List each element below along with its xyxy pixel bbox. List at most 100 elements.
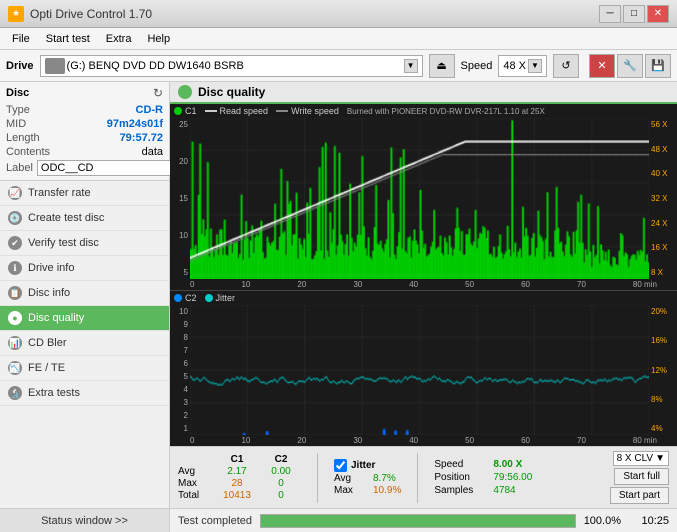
samples-row: Samples 4784 bbox=[434, 485, 532, 496]
progress-percent: 100.0% bbox=[584, 515, 621, 527]
col-c2-header: C2 bbox=[261, 454, 301, 465]
jitter-avg-row: Avg 8.7% bbox=[334, 473, 401, 484]
cd-bler-label: CD Bler bbox=[28, 337, 67, 349]
disc-refresh-button[interactable]: ↻ bbox=[153, 86, 163, 100]
speed-position-stats: Speed 8.00 X Position 79:56.00 Samples 4… bbox=[434, 459, 532, 496]
sidebar-item-cd-bler[interactable]: 📊 CD Bler bbox=[0, 331, 169, 356]
speed-selector[interactable]: 48 X ▼ bbox=[498, 55, 547, 77]
menu-start-test[interactable]: Start test bbox=[38, 31, 98, 47]
titlebar: ★ Opti Drive Control 1.70 ─ □ ✕ bbox=[0, 0, 677, 28]
col-c1-header: C1 bbox=[217, 454, 257, 465]
sidebar-item-extra-tests[interactable]: 🔬 Extra tests bbox=[0, 381, 169, 406]
action-area: 8 X CLV ▼ Start full Start part bbox=[610, 451, 669, 504]
position-row: Position 79:56.00 bbox=[434, 472, 532, 483]
jitter-avg-val: 8.7% bbox=[373, 473, 396, 484]
drive-info-label: Drive info bbox=[28, 262, 74, 274]
c2-chart-section: C2 Jitter 10987654321 bbox=[170, 291, 677, 446]
clv-selector[interactable]: 8 X CLV ▼ bbox=[613, 451, 669, 466]
toolbar-btn-3[interactable]: 💾 bbox=[645, 54, 671, 78]
statusbar: Status window >> Test completed 100.0% 1… bbox=[0, 508, 677, 532]
write-speed-legend: Write speed bbox=[276, 106, 339, 116]
menu-file[interactable]: File bbox=[4, 31, 38, 47]
fe-te-label: FE / TE bbox=[28, 362, 65, 374]
burned-info: Burned with PIONEER DVD-RW DVR-217L 1.10… bbox=[347, 107, 545, 116]
disc-panel-header: Disc ↻ bbox=[6, 86, 163, 100]
c2-legend: C2 bbox=[174, 293, 197, 303]
elapsed-time: 10:25 bbox=[629, 515, 669, 527]
create-test-disc-label: Create test disc bbox=[28, 212, 104, 224]
cd-bler-icon: 📊 bbox=[8, 336, 22, 350]
c1-y-axis-right: 56 X48 X40 X32 X24 X16 X8 X bbox=[649, 118, 677, 279]
jitter-label: Jitter bbox=[351, 460, 375, 471]
start-part-button[interactable]: Start part bbox=[610, 487, 669, 504]
sidebar-item-disc-quality[interactable]: ● Disc quality bbox=[0, 306, 169, 331]
drive-selector[interactable]: (G:) BENQ DVD DD DW1640 BSRB ▼ bbox=[40, 55, 423, 77]
c1-legend: C1 bbox=[174, 106, 197, 116]
menu-extra[interactable]: Extra bbox=[98, 31, 140, 47]
status-progress-area: Test completed 100.0% 10:25 bbox=[170, 514, 677, 528]
avg-c2: 0.00 bbox=[261, 466, 301, 477]
sidebar-item-disc-info[interactable]: 📋 Disc info bbox=[0, 281, 169, 306]
disc-info-icon: 📋 bbox=[8, 286, 22, 300]
minimize-button[interactable]: ─ bbox=[599, 5, 621, 23]
nav-items: 📈 Transfer rate 💿 Create test disc ✔ Ver… bbox=[0, 181, 169, 508]
sidebar-item-transfer-rate[interactable]: 📈 Transfer rate bbox=[0, 181, 169, 206]
sidebar-item-verify-test-disc[interactable]: ✔ Verify test disc bbox=[0, 231, 169, 256]
disc-info-panel: Disc ↻ Type CD-R MID 97m24s01f Length 79… bbox=[0, 82, 169, 181]
disc-mid-value: 97m24s01f bbox=[107, 118, 163, 130]
refresh-button[interactable]: ↺ bbox=[553, 54, 579, 78]
progress-bar-fill bbox=[261, 515, 575, 527]
c1-x-axis: 01020304050607080 min bbox=[170, 279, 677, 290]
toolbar-icons: ✕ 🔧 💾 bbox=[589, 54, 671, 78]
extra-tests-icon: 🔬 bbox=[8, 386, 22, 400]
jitter-legend: Jitter bbox=[205, 293, 236, 303]
menu-help[interactable]: Help bbox=[139, 31, 178, 47]
sidebar-item-drive-info[interactable]: ℹ Drive info bbox=[0, 256, 169, 281]
verify-test-disc-icon: ✔ bbox=[8, 236, 22, 250]
toolbar-btn-2[interactable]: 🔧 bbox=[617, 54, 643, 78]
sidebar-item-create-test-disc[interactable]: 💿 Create test disc bbox=[0, 206, 169, 231]
jitter-avg-key: Avg bbox=[334, 473, 369, 484]
jitter-max-row: Max 10.9% bbox=[334, 485, 401, 496]
disc-quality-label: Disc quality bbox=[28, 312, 84, 324]
disc-length-value: 79:57.72 bbox=[120, 132, 163, 144]
speed-dropdown-arrow[interactable]: ▼ bbox=[528, 59, 542, 73]
jitter-max-key: Max bbox=[334, 485, 369, 496]
close-button[interactable]: ✕ bbox=[647, 5, 669, 23]
sidebar: Disc ↻ Type CD-R MID 97m24s01f Length 79… bbox=[0, 82, 170, 508]
content-area: Disc quality C1 bbox=[170, 82, 677, 508]
start-full-button[interactable]: Start full bbox=[614, 468, 669, 485]
disc-label-input[interactable] bbox=[37, 160, 187, 176]
stats-avg-row: Avg 2.17 0.00 bbox=[178, 466, 301, 477]
samples-stat-label: Samples bbox=[434, 485, 489, 496]
disc-contents-label: Contents bbox=[6, 146, 50, 158]
disc-label-row: Label 🔄 bbox=[6, 160, 163, 176]
sidebar-item-fe-te[interactable]: 📉 FE / TE bbox=[0, 356, 169, 381]
drive-value: (G:) BENQ DVD DD DW1640 BSRB bbox=[67, 60, 402, 72]
create-test-disc-icon: 💿 bbox=[8, 211, 22, 225]
disc-type-value: CD-R bbox=[136, 104, 164, 116]
eject-button[interactable]: ⏏ bbox=[429, 54, 455, 78]
maximize-button[interactable]: □ bbox=[623, 5, 645, 23]
total-c2: 0 bbox=[261, 490, 301, 501]
samples-stat-value: 4784 bbox=[493, 485, 515, 496]
drive-dropdown-arrow[interactable]: ▼ bbox=[404, 59, 418, 73]
stats-total-row: Total 10413 0 bbox=[178, 490, 301, 501]
menubar: File Start test Extra Help bbox=[0, 28, 677, 50]
jitter-checkbox[interactable] bbox=[334, 459, 347, 472]
total-c1: 10413 bbox=[217, 490, 257, 501]
verify-test-disc-label: Verify test disc bbox=[28, 237, 99, 249]
disc-contents-value: data bbox=[142, 146, 163, 158]
c2-y-axis-right: 20%16%12%8%4% bbox=[649, 305, 677, 435]
max-label: Max bbox=[178, 478, 213, 489]
toolbar-btn-1[interactable]: ✕ bbox=[589, 54, 615, 78]
stats-divider-2 bbox=[417, 453, 418, 503]
disc-type-label: Type bbox=[6, 104, 30, 116]
drive-info-icon: ℹ bbox=[8, 261, 22, 275]
disc-quality-icon: ● bbox=[8, 311, 22, 325]
disc-label-key: Label bbox=[6, 162, 33, 174]
main-layout: Disc ↻ Type CD-R MID 97m24s01f Length 79… bbox=[0, 82, 677, 508]
disc-quality-panel: Disc quality C1 bbox=[170, 82, 677, 508]
status-window-button[interactable]: Status window >> bbox=[0, 509, 170, 532]
speed-stat-value: 8.00 X bbox=[493, 459, 522, 470]
